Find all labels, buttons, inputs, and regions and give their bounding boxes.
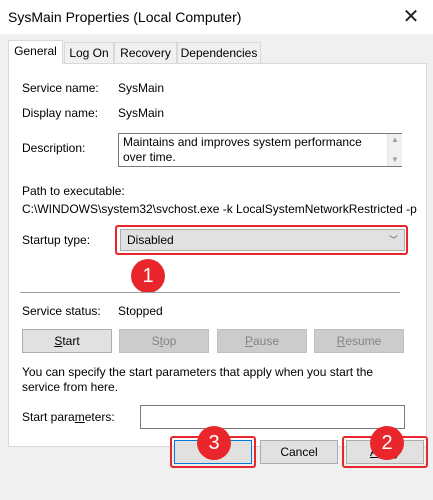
divider	[20, 292, 400, 293]
tab-dependencies[interactable]: Dependencies	[177, 42, 261, 63]
scroll-up-icon[interactable]: ▲	[388, 134, 402, 146]
service-name-label: Service name:	[22, 81, 99, 95]
window-title: SysMain Properties (Local Computer)	[8, 9, 242, 25]
callout-badge-3: 3	[197, 426, 231, 460]
resume-button[interactable]: Resume	[314, 329, 404, 353]
description-scrollbar[interactable]: ▲ ▼	[387, 134, 402, 166]
tab-recovery[interactable]: Recovery	[114, 42, 177, 63]
description-textbox[interactable]: Maintains and improves system performanc…	[118, 133, 402, 167]
start-params-hint: You can specify the start parameters tha…	[22, 365, 374, 394]
tab-general[interactable]: General	[8, 40, 63, 64]
display-name-label: Display name:	[22, 106, 99, 120]
path-value: C:\WINDOWS\system32\svchost.exe -k Local…	[22, 202, 417, 216]
service-status-label: Service status:	[22, 304, 101, 318]
tab-log-on[interactable]: Log On	[64, 42, 114, 63]
pause-button[interactable]: Pause	[217, 329, 307, 353]
start-params-label: Start parameters:	[22, 410, 115, 424]
cancel-button[interactable]: Cancel	[260, 440, 338, 464]
start-button[interactable]: Start	[22, 329, 112, 353]
service-status-value: Stopped	[118, 304, 163, 318]
description-text: Maintains and improves system performanc…	[123, 135, 362, 164]
path-label: Path to executable:	[22, 184, 125, 198]
callout-badge-1: 1	[131, 259, 165, 293]
start-params-input[interactable]	[140, 405, 405, 429]
stop-button[interactable]: Stop	[119, 329, 209, 353]
startup-type-label: Startup type:	[22, 233, 91, 247]
callout-badge-2: 2	[370, 426, 404, 460]
display-name-value: SysMain	[118, 106, 165, 120]
callout-box-startup-type	[115, 225, 408, 255]
scroll-down-icon[interactable]: ▼	[388, 154, 402, 166]
description-label: Description:	[22, 141, 86, 155]
service-name-value: SysMain	[118, 81, 165, 95]
close-icon[interactable]: ✕	[398, 5, 424, 29]
